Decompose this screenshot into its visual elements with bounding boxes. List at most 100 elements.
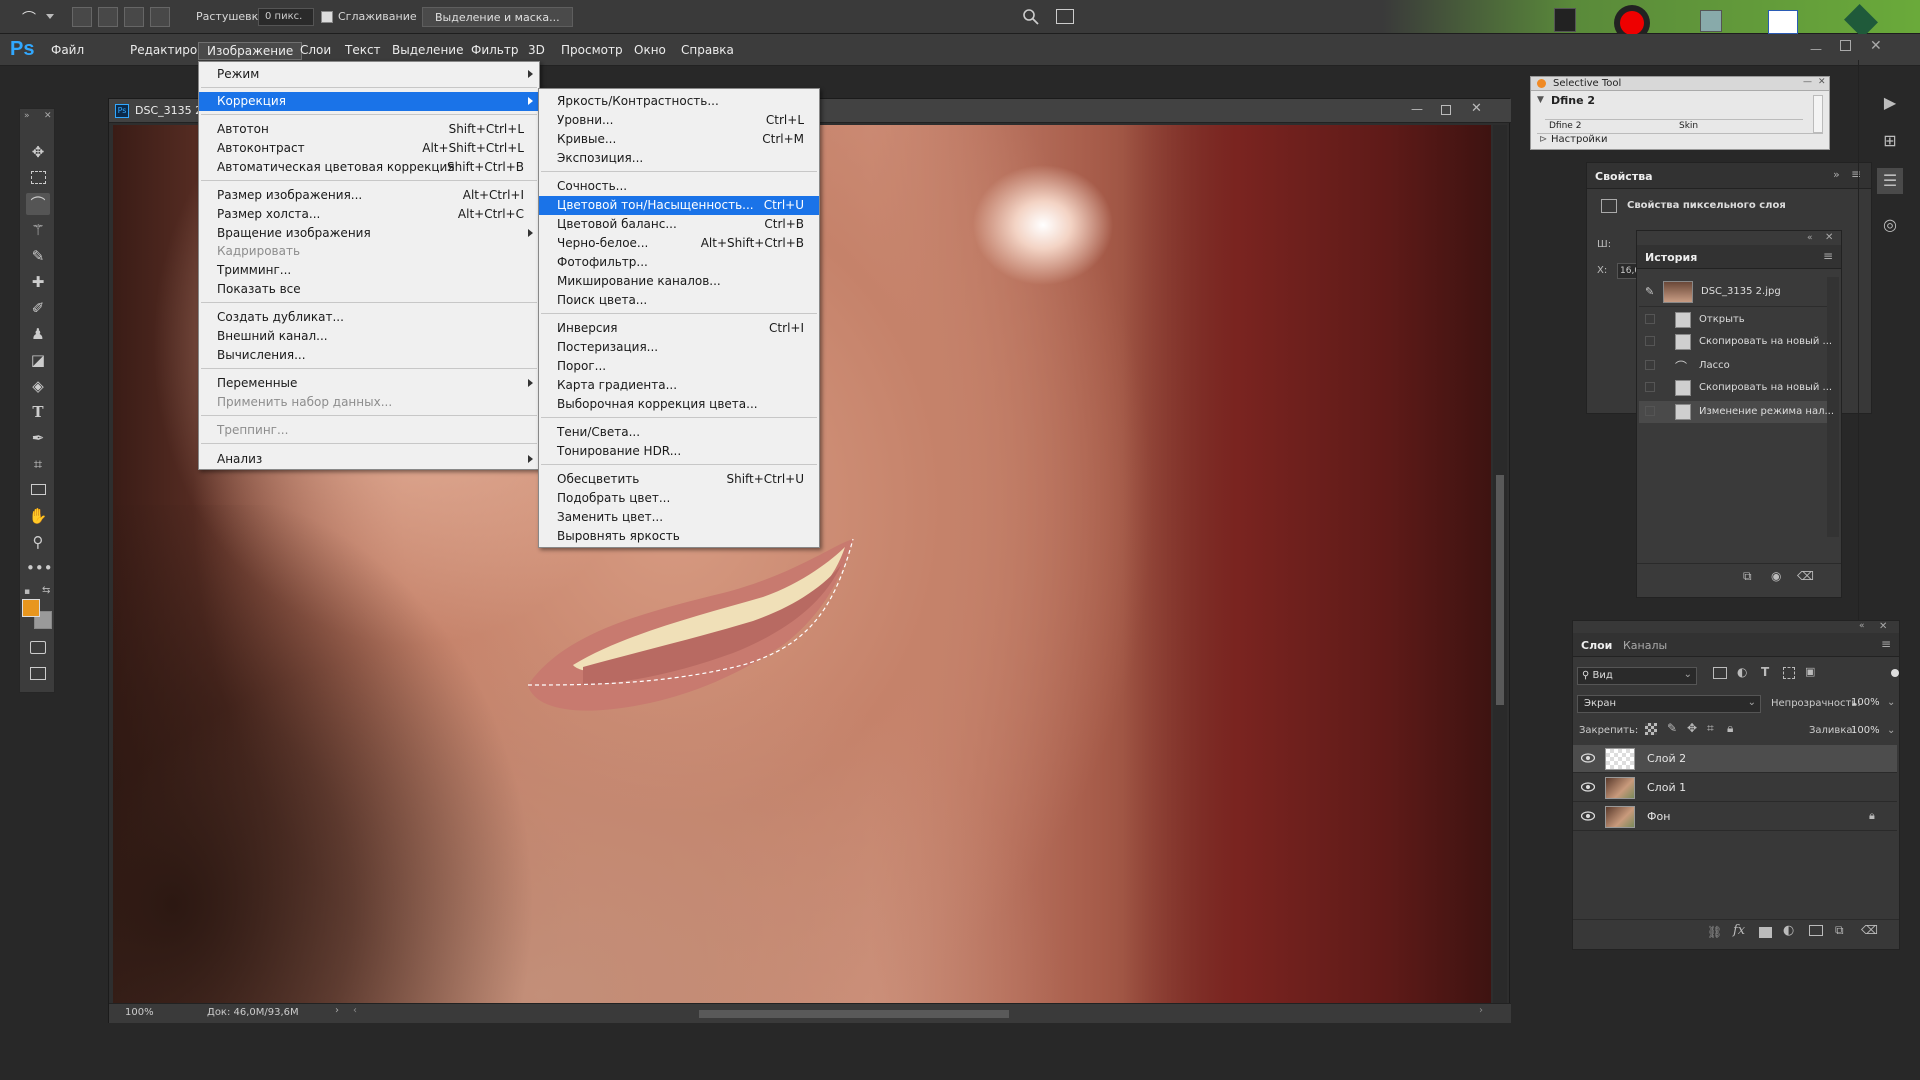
taskbar-app-icon[interactable] [1554, 8, 1576, 32]
adjust-menu-item[interactable]: Постеризация... [539, 338, 819, 357]
lock-pixels-icon[interactable]: ✎ [1667, 721, 1677, 735]
adjust-menu-item[interactable]: Обесцветить Shift+Ctrl+U [539, 470, 819, 489]
trash-icon[interactable]: ⌫ [1797, 569, 1814, 583]
adjust-menu-item[interactable]: Черно-белое... Alt+Shift+Ctrl+B [539, 234, 819, 253]
image-menu-item[interactable]: Автотон Shift+Ctrl+L [199, 120, 539, 139]
maximize-window-icon[interactable] [1840, 40, 1851, 51]
layers-tab[interactable]: Слои [1581, 639, 1612, 652]
image-menu-item[interactable]: Размер изображения... Alt+Ctrl+I [199, 186, 539, 205]
eyedropper-tool-icon[interactable]: ✎ [26, 245, 50, 267]
history-close-icon[interactable]: ✕ [1825, 232, 1833, 243]
lasso-preset-icon[interactable]: ⌒ [22, 8, 44, 27]
magic-wand-tool-icon[interactable]: ⚚ [26, 219, 50, 241]
quick-mask-icon[interactable] [26, 637, 50, 659]
lasso-tool-icon[interactable]: ⌒ [26, 193, 50, 215]
image-menu-item[interactable]: Размер холста... Alt+Ctrl+C [199, 205, 539, 224]
taskbar-app-icon-2[interactable] [1700, 10, 1722, 32]
fill-dropdown-icon[interactable]: ⌄ [1887, 725, 1895, 736]
new-document-from-state-icon[interactable]: ⧉ [1743, 569, 1752, 584]
new-layer-icon[interactable]: ⧉ [1835, 923, 1844, 938]
new-group-icon[interactable] [1809, 925, 1823, 936]
adjust-menu-item[interactable]: Кривые... Ctrl+M [539, 130, 819, 149]
adjustment-layer-icon[interactable]: ◐ [1783, 923, 1794, 938]
menu-3d[interactable]: 3D [520, 42, 553, 60]
adjust-menu-item[interactable]: Выборочная коррекция цвета... [539, 395, 819, 414]
zoom-tool-icon[interactable]: ⚲ [26, 531, 50, 553]
layers-collapse-icon[interactable]: « [1859, 621, 1865, 631]
adjust-menu-item[interactable]: Цветовой тон/Насыщенность... Ctrl+U [539, 196, 819, 215]
menu-layers[interactable]: Слои [292, 42, 339, 60]
layer-filter-select[interactable]: ⚲ Вид ⌄ [1577, 667, 1697, 685]
image-menu-item[interactable]: Тримминг... [199, 261, 539, 280]
filter-shape-icon[interactable] [1783, 667, 1795, 679]
add-selection-icon[interactable] [98, 7, 118, 27]
history-brush-source-checkbox[interactable] [1645, 314, 1655, 324]
word-document-icon[interactable] [1768, 10, 1798, 34]
image-menu-item[interactable]: Показать все [199, 280, 539, 299]
visibility-eye-icon[interactable] [1581, 753, 1595, 763]
properties-tab[interactable]: Свойства [1595, 170, 1653, 183]
lock-artboard-icon[interactable]: ⌗ [1707, 721, 1714, 736]
history-item[interactable]: Скопировать на новый ... [1639, 377, 1832, 399]
opacity-dropdown-icon[interactable]: ⌄ [1887, 697, 1895, 708]
search-icon[interactable] [1022, 8, 1040, 26]
adjust-menu-item[interactable]: Сочность... [539, 177, 819, 196]
image-menu-item[interactable]: Автоконтраст Alt+Shift+Ctrl+L [199, 139, 539, 158]
adjust-menu-item[interactable]: Уровни... Ctrl+L [539, 111, 819, 130]
lock-all-icon[interactable]: 🔒︎ [1727, 721, 1733, 736]
adjust-menu-item[interactable]: Тонирование HDR... [539, 442, 819, 461]
rectangle-tool-icon[interactable] [26, 479, 50, 501]
properties-icon[interactable]: ☰ [1877, 168, 1903, 194]
channels-tab[interactable]: Каналы [1623, 639, 1667, 652]
taskbar-app-icon-3[interactable] [1844, 4, 1878, 38]
layers-menu-icon[interactable]: ≡ [1881, 637, 1891, 651]
menu-view[interactable]: Просмотр [553, 42, 631, 60]
brush-tool-icon[interactable]: ✐ [26, 297, 50, 319]
hand-tool-icon[interactable]: ✋ [26, 505, 50, 527]
adjust-menu-item[interactable]: Фотофильтр... [539, 253, 819, 272]
panel-minimize-icon[interactable]: — [1803, 77, 1812, 87]
collapse-icon[interactable]: » [24, 111, 30, 121]
layer-row[interactable]: Слой 2 [1573, 745, 1897, 773]
more-tools-icon[interactable]: ••• [26, 557, 53, 579]
menu-help[interactable]: Справка [673, 42, 742, 60]
swap-colors-icon[interactable]: ⇆ [42, 585, 50, 596]
crop-tool-icon[interactable]: ⌗ [26, 453, 50, 475]
history-collapse-icon[interactable]: « [1807, 233, 1813, 243]
default-colors-icon[interactable]: ▪ [24, 587, 30, 597]
history-brush-source-checkbox[interactable] [1645, 406, 1655, 416]
filter-smart-object-icon[interactable]: ▣ [1805, 665, 1815, 678]
antialias-checkbox[interactable] [321, 11, 333, 23]
layers-close-icon[interactable]: ✕ [1879, 621, 1887, 632]
image-menu-item[interactable]: Переменные [199, 374, 539, 393]
layer-thumbnail-transparent[interactable] [1605, 748, 1635, 770]
image-menu-item[interactable]: Автоматическая цветовая коррекция Shift+C… [199, 158, 539, 177]
dfine-plugin-label[interactable]: Dfine 2 [1551, 94, 1595, 107]
history-menu-icon[interactable]: ≡ [1823, 249, 1833, 263]
history-item[interactable]: ⌒ Лассо [1639, 355, 1827, 377]
filter-toggle-icon[interactable] [1891, 669, 1899, 677]
workspace-icon[interactable] [1056, 9, 1074, 24]
chevron-down-icon[interactable] [46, 14, 54, 19]
adjust-menu-item[interactable]: Инверсия Ctrl+I [539, 319, 819, 338]
play-icon[interactable]: ▶ [1877, 90, 1903, 116]
healing-brush-tool-icon[interactable]: ✚ [26, 271, 50, 293]
history-item[interactable]: Открыть [1639, 309, 1827, 331]
adjust-menu-item[interactable]: Карта градиента... [539, 376, 819, 395]
close-icon[interactable]: ✕ [44, 111, 52, 121]
zoom-level[interactable]: 100% [125, 1007, 154, 1018]
doc-close-icon[interactable]: ✕ [1471, 101, 1482, 116]
adjust-menu-item[interactable]: Цветовой баланс... Ctrl+B [539, 215, 819, 234]
plugins-icon[interactable]: ⊞ [1877, 128, 1903, 154]
menu-file[interactable]: Файл [43, 42, 92, 60]
history-tab[interactable]: История [1645, 251, 1697, 264]
new-selection-icon[interactable] [72, 7, 92, 27]
expand-triangle-icon[interactable]: ▼ [1537, 95, 1544, 105]
fill-input[interactable]: 100% [1849, 723, 1885, 741]
doc-maximize-icon[interactable] [1441, 105, 1451, 115]
layer-row[interactable]: Фон 🔒︎ [1573, 803, 1897, 831]
blend-mode-select[interactable]: Экран ⌄ [1577, 695, 1761, 713]
fx-icon[interactable]: fx [1733, 923, 1745, 938]
scroll-right-icon[interactable]: › [1479, 1005, 1483, 1016]
screen-mode-icon[interactable] [26, 663, 50, 685]
